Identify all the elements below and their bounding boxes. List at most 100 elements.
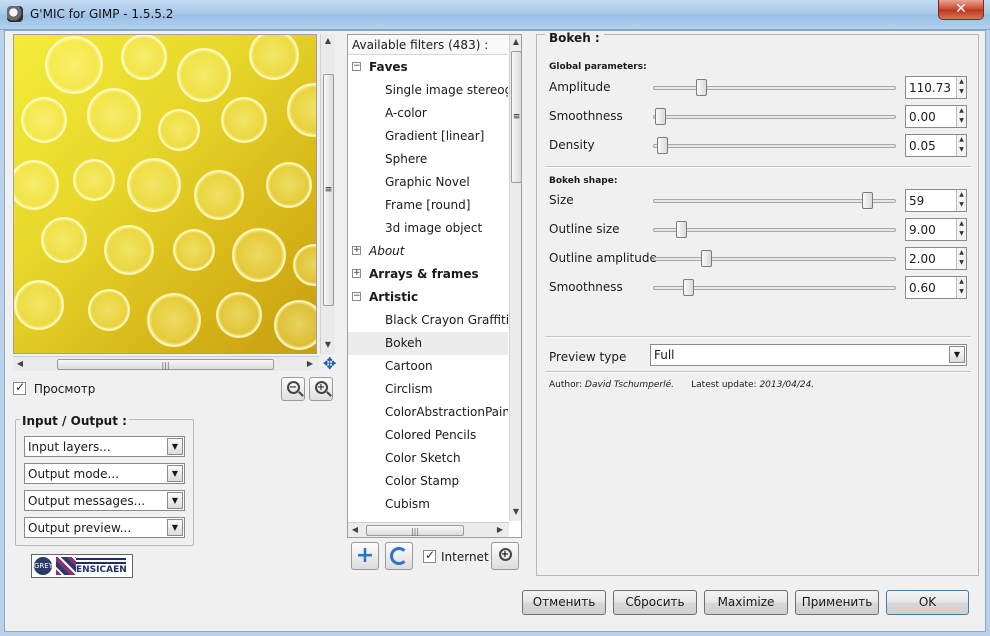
preview-hscroll-thumb[interactable]: |||	[57, 359, 274, 370]
parameter-spinbox[interactable]: 110.73 ▲ ▼	[905, 76, 967, 99]
filter-tree-vscroll-thumb[interactable]: ≡	[511, 51, 521, 183]
parameter-slider[interactable]	[653, 228, 896, 232]
scroll-up-icon[interactable]: ▲	[509, 37, 521, 46]
filter-item[interactable]: Black Crayon Graffiti	[348, 309, 508, 332]
parameter-spinbox[interactable]: 0.00 ▲ ▼	[905, 105, 967, 128]
slider-thumb[interactable]	[696, 79, 708, 96]
expand-icon[interactable]: +	[352, 246, 361, 255]
preview-vscroll[interactable]: ▲ ≡ ▼	[320, 34, 335, 354]
close-button[interactable]: ✕	[938, 0, 984, 20]
parameter-spinbox[interactable]: 0.60 ▲ ▼	[905, 276, 967, 299]
filter-item[interactable]: A-color	[348, 102, 508, 125]
scroll-right-icon[interactable]: ▶	[303, 359, 317, 368]
filter-item[interactable]: Graphic Novel	[348, 171, 508, 194]
output-messages-select[interactable]: Output messages... ▼	[24, 490, 185, 511]
filter-label: ColorAbstractionPaint	[385, 405, 508, 419]
spin-arrows-icon[interactable]: ▲ ▼	[956, 77, 966, 98]
zoom-out-button[interactable]: −	[281, 377, 305, 401]
preview-image[interactable]	[13, 34, 317, 354]
filter-category[interactable]: + Arrays & frames	[348, 263, 508, 286]
slider-thumb[interactable]	[675, 221, 687, 238]
parameter-slider[interactable]	[653, 86, 896, 90]
parameter-slider[interactable]	[653, 199, 896, 203]
preview-checkbox[interactable]	[13, 380, 26, 395]
collapse-icon[interactable]: −	[352, 292, 361, 301]
parameter-row: Smoothness 0.00 ▲ ▼	[537, 105, 977, 129]
filter-item[interactable]: Cubism	[348, 493, 508, 516]
chevron-down-icon[interactable]: ▼	[167, 438, 183, 455]
zoom-filter-button[interactable]: +	[491, 542, 519, 570]
filter-item[interactable]: 3d image object	[348, 217, 508, 240]
filter-item[interactable]: Color Stamp	[348, 470, 508, 493]
add-filter-button[interactable]: +	[351, 542, 379, 570]
preview-hscroll[interactable]: ◀ ||| ▶	[13, 356, 319, 371]
scroll-up-icon[interactable]: ▲	[321, 36, 335, 45]
parameter-spinbox[interactable]: 59 ▲ ▼	[905, 189, 967, 212]
preview-toggle[interactable]: Просмотр	[13, 380, 95, 396]
input-layers-select[interactable]: Input layers... ▼	[24, 436, 185, 457]
chevron-down-icon[interactable]: ▼	[949, 346, 965, 363]
greyc-ensicaen-logo[interactable]: GREYC ENSICAEN	[31, 554, 133, 578]
zoom-in-button[interactable]: +	[309, 377, 333, 401]
output-preview-select[interactable]: Output preview... ▼	[24, 517, 185, 538]
filter-item[interactable]: Sphere	[348, 148, 508, 171]
filter-item[interactable]: Cartoon	[348, 355, 508, 378]
spin-arrows-icon[interactable]: ▲ ▼	[956, 248, 966, 269]
filter-tree[interactable]: Available filters (483) : − Faves Single i…	[347, 34, 522, 538]
parameter-spinbox[interactable]: 0.05 ▲ ▼	[905, 134, 967, 157]
filter-tree-vscroll[interactable]: ▲ ≡ ▼	[509, 35, 521, 521]
ok-button[interactable]: OK	[886, 590, 969, 615]
maximize-button[interactable]: Maximize	[704, 590, 788, 615]
slider-thumb[interactable]	[862, 192, 873, 209]
filter-category[interactable]: − Faves	[348, 56, 508, 79]
slider-thumb[interactable]	[657, 137, 669, 154]
filter-item[interactable]: Bokeh	[348, 332, 508, 355]
chevron-down-icon[interactable]: ▼	[167, 465, 183, 482]
slider-thumb[interactable]	[701, 250, 712, 267]
scroll-down-icon[interactable]: ▼	[321, 340, 335, 349]
cancel-button[interactable]: Отменить	[522, 590, 606, 615]
parameter-slider[interactable]	[653, 115, 896, 119]
move-icon[interactable]: ✥	[323, 356, 336, 372]
collapse-icon[interactable]: −	[352, 62, 361, 71]
parameter-spinbox[interactable]: 2.00 ▲ ▼	[905, 247, 967, 270]
parameter-slider[interactable]	[653, 144, 896, 148]
filter-item[interactable]: Color Sketch	[348, 447, 508, 470]
title-bar[interactable]: G'MIC for GIMP - 1.5.5.2 ✕	[0, 0, 990, 30]
parameter-spinbox[interactable]: 9.00 ▲ ▼	[905, 218, 967, 241]
filter-tree-hscroll[interactable]: ◀ ||| ▶	[348, 522, 509, 537]
expand-icon[interactable]: +	[352, 269, 361, 278]
scroll-down-icon[interactable]: ▼	[509, 507, 521, 516]
spin-arrows-icon[interactable]: ▲ ▼	[956, 190, 966, 211]
filter-tree-header[interactable]: Available filters (483) :	[348, 35, 508, 55]
filter-item[interactable]: ColorAbstractionPaint	[348, 401, 508, 424]
refresh-filters-button[interactable]	[385, 542, 413, 570]
chevron-down-icon[interactable]: ▼	[167, 519, 183, 536]
scroll-left-icon[interactable]: ◀	[348, 525, 362, 534]
slider-thumb[interactable]	[655, 108, 666, 125]
parameter-slider[interactable]	[653, 257, 896, 261]
internet-checkbox[interactable]	[423, 548, 436, 563]
filter-category[interactable]: − Artistic	[348, 286, 508, 309]
spin-arrows-icon[interactable]: ▲ ▼	[956, 135, 966, 156]
spin-arrows-icon[interactable]: ▲ ▼	[956, 277, 966, 298]
output-mode-select[interactable]: Output mode... ▼	[24, 463, 185, 484]
filter-item[interactable]: Frame [round]	[348, 194, 508, 217]
filter-category[interactable]: + About	[348, 240, 508, 263]
reset-button[interactable]: Сбросить	[613, 590, 697, 615]
scroll-right-icon[interactable]: ▶	[493, 525, 507, 534]
chevron-down-icon[interactable]: ▼	[167, 492, 183, 509]
filter-tree-hscroll-thumb[interactable]: |||	[366, 525, 464, 536]
preview-vscroll-thumb[interactable]: ≡	[323, 74, 334, 306]
internet-label: Internet	[441, 550, 489, 564]
filter-item[interactable]: Single image stereogram	[348, 79, 508, 102]
filter-item[interactable]: Colored Pencils	[348, 424, 508, 447]
filter-item[interactable]: Circlism	[348, 378, 508, 401]
filter-item[interactable]: Gradient [linear]	[348, 125, 508, 148]
preview-type-select[interactable]: Full ▼	[650, 344, 967, 366]
scroll-left-icon[interactable]: ◀	[13, 359, 27, 368]
apply-button[interactable]: Применить	[795, 590, 879, 615]
spin-arrows-icon[interactable]: ▲ ▼	[956, 106, 966, 127]
slider-thumb[interactable]	[682, 279, 694, 296]
spin-arrows-icon[interactable]: ▲ ▼	[956, 219, 966, 240]
